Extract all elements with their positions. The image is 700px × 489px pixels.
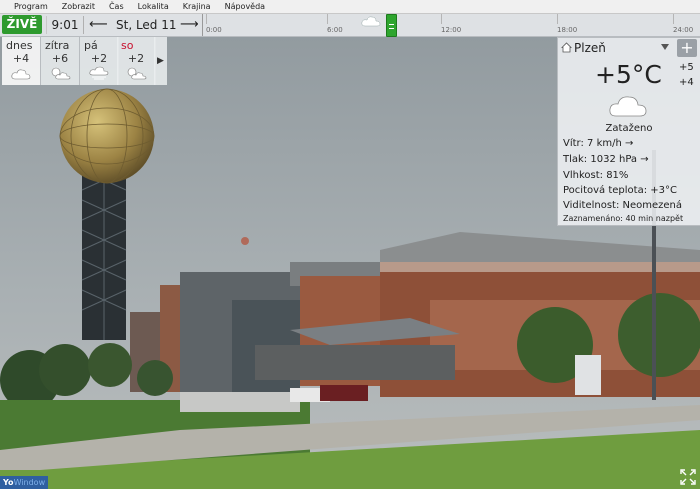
cloud-fog-icon bbox=[89, 66, 109, 80]
forecast-day-tomorrow[interactable]: zítra +6 bbox=[41, 37, 80, 85]
menu-cas[interactable]: Čas bbox=[102, 2, 131, 11]
menu-program[interactable]: Program bbox=[0, 2, 55, 11]
menu-zobrazit[interactable]: Zobrazit bbox=[55, 2, 102, 11]
fullscreen-icon[interactable] bbox=[680, 469, 696, 485]
menu-lokalita[interactable]: Lokalita bbox=[131, 2, 176, 11]
current-date: St, Led 11 bbox=[116, 18, 177, 32]
timeline-tick: 0:00 bbox=[206, 26, 222, 34]
logo-part-a: Yo bbox=[3, 478, 14, 487]
slider-grip-icon bbox=[389, 24, 394, 29]
home-icon bbox=[561, 42, 572, 53]
visibility-info: Viditelnost: Neomezená bbox=[563, 200, 683, 211]
temp-high: +5 bbox=[679, 62, 694, 73]
recorded-info: Zaznamenáno: 40 min nazpět bbox=[563, 214, 684, 223]
forecast-next-button[interactable]: ▶ bbox=[154, 37, 167, 85]
forecast-day-label: dnes bbox=[6, 39, 33, 52]
menu-bar: Program Zobrazit Čas Lokalita Krajina Ná… bbox=[0, 0, 700, 14]
menu-krajina[interactable]: Krajina bbox=[176, 2, 218, 11]
pressure-info: Tlak: 1032 hPa → bbox=[563, 154, 649, 165]
menu-napoveda[interactable]: Nápověda bbox=[218, 2, 273, 11]
timeline-tick: 24:00 bbox=[673, 26, 694, 34]
forecast-temp: +2 bbox=[127, 52, 145, 65]
timeline[interactable]: 0:00 6:00 12:00 18:00 24:00 bbox=[202, 14, 700, 36]
time-toolbar: ŽIVĚ 9:01 ⟵ St, Led 11 ⟶ 0:00 6:00 12:00… bbox=[0, 14, 700, 37]
forecast-day-today[interactable]: dnes +4 bbox=[2, 37, 41, 85]
cloud-icon bbox=[609, 96, 647, 117]
logo-part-b: Window bbox=[13, 478, 46, 487]
location-name[interactable]: Plzeň bbox=[574, 41, 606, 55]
app-logo[interactable]: YoWindow bbox=[0, 476, 48, 489]
timeline-slider[interactable] bbox=[386, 14, 397, 37]
forecast-temp: +2 bbox=[90, 52, 108, 65]
location-dropdown-icon[interactable] bbox=[660, 43, 670, 51]
forecast-temp: +4 bbox=[12, 52, 30, 65]
sun-cloud-icon bbox=[51, 67, 71, 80]
forecast-day-saturday[interactable]: so +2 bbox=[117, 37, 156, 85]
timeline-tick: 12:00 bbox=[441, 26, 462, 34]
feels-like-info: Pocitová teplota: +3°C bbox=[563, 185, 677, 196]
next-day-arrow-icon[interactable]: ⟶ bbox=[180, 16, 199, 34]
humidity-info: Vlhkost: 81% bbox=[563, 170, 629, 181]
wind-info: Vítr: 7 km/h → bbox=[563, 138, 634, 149]
forecast-temp: +6 bbox=[51, 52, 69, 65]
forecast-day-label: zítra bbox=[45, 39, 70, 52]
timeline-tick: 6:00 bbox=[327, 26, 343, 34]
sun-cloud-icon bbox=[127, 67, 147, 80]
current-temperature: +5°C bbox=[595, 60, 662, 89]
add-location-button[interactable]: + bbox=[677, 39, 697, 57]
prev-day-arrow-icon[interactable]: ⟵ bbox=[89, 16, 108, 34]
forecast-day-label: pá bbox=[84, 39, 98, 52]
current-time: 9:01 bbox=[46, 16, 84, 34]
cloud-icon bbox=[11, 69, 31, 80]
weather-panel: Plzeň + +5°C +5 +4 Zataženo Vítr: 7 km/h… bbox=[557, 37, 700, 226]
forecast-day-label: so bbox=[121, 39, 134, 52]
weather-condition: Zataženo bbox=[605, 123, 653, 134]
timeline-tick: 18:00 bbox=[557, 26, 578, 34]
cloud-icon bbox=[361, 16, 381, 27]
forecast-day-friday[interactable]: pá +2 bbox=[80, 37, 119, 85]
live-button[interactable]: ŽIVĚ bbox=[2, 15, 42, 34]
temp-low: +4 bbox=[679, 77, 694, 88]
